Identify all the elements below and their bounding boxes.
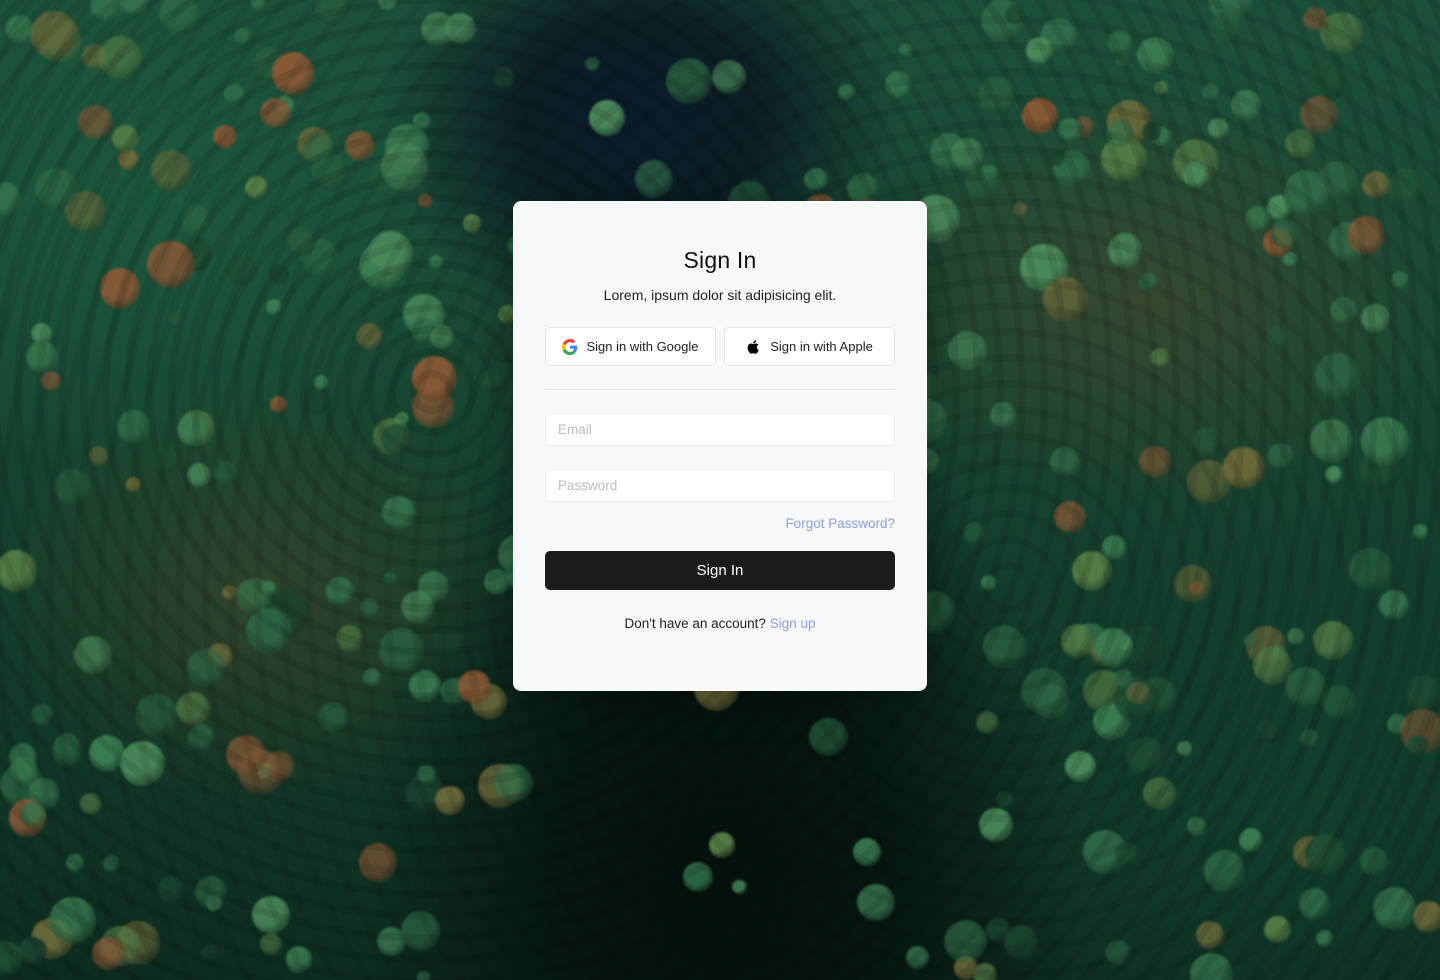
google-sign-in-button[interactable]: Sign in with Google: [545, 327, 716, 366]
divider: [545, 389, 895, 390]
apple-icon: [746, 339, 762, 355]
forgot-password-link[interactable]: Forgot Password?: [785, 516, 895, 531]
apple-sign-in-label: Sign in with Apple: [770, 339, 873, 354]
sign-in-card: Sign In Lorem, ipsum dolor sit adipisici…: [513, 201, 927, 691]
page-subtitle: Lorem, ipsum dolor sit adipisicing elit.: [603, 287, 837, 303]
forgot-password-row: Forgot Password?: [545, 515, 895, 531]
sign-up-link[interactable]: Sign up: [770, 616, 816, 631]
page-title: Sign In: [683, 247, 757, 273]
sign-up-prompt: Don't have an account? Sign up: [545, 616, 895, 631]
google-icon: [562, 338, 578, 355]
google-sign-in-label: Sign in with Google: [586, 339, 699, 354]
sign-up-prompt-text: Don't have an account?: [624, 616, 766, 631]
social-sign-in-row: Sign in with Google Sign in with Apple: [545, 327, 895, 366]
password-field[interactable]: [545, 469, 895, 502]
email-field[interactable]: [545, 413, 895, 446]
apple-sign-in-button[interactable]: Sign in with Apple: [724, 327, 895, 366]
sign-in-button[interactable]: Sign In: [545, 551, 895, 590]
